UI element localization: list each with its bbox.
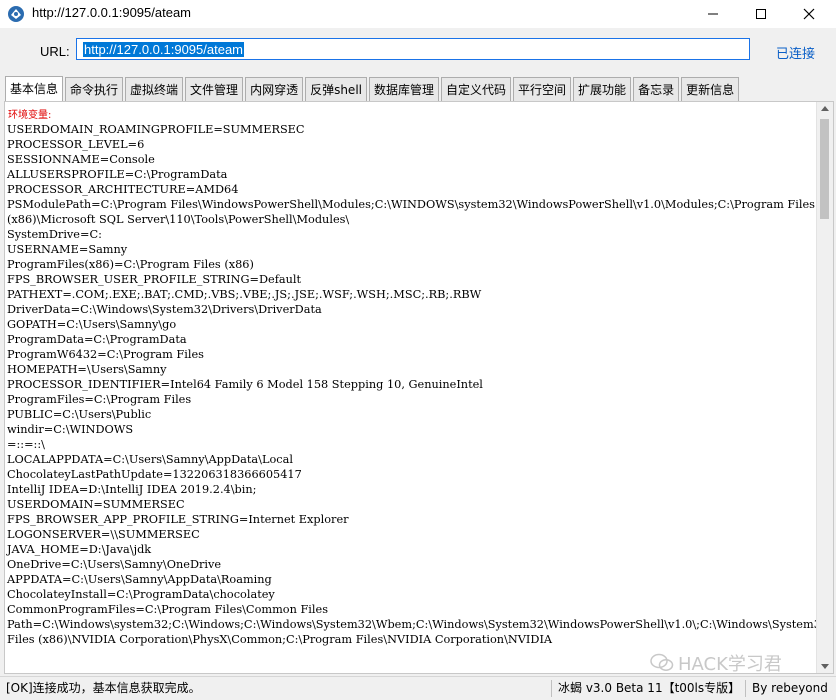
env-var-line: PSModulePath=C:\Program Files\WindowsPow… [7, 198, 815, 211]
window-title: http://127.0.0.1:9095/ateam [32, 5, 192, 20]
env-var-line: (x86)\Microsoft SQL Server\110\Tools\Pow… [7, 213, 350, 226]
wechat-icon [650, 653, 674, 671]
tab-parallel-space[interactable]: 平行空间 [513, 77, 572, 101]
tab-memo[interactable]: 备忘录 [633, 77, 680, 101]
env-var-line: ChocolateyInstall=C:\ProgramData\chocola… [7, 588, 275, 601]
env-var-line: DriverData=C:\Windows\System32\Drivers\D… [7, 303, 322, 316]
vertical-scrollbar[interactable] [816, 102, 833, 673]
env-var-line: LOGONSERVER=\\SUMMERSEC [7, 528, 200, 541]
tab-custom-code[interactable]: 自定义代码 [441, 77, 512, 101]
connection-status[interactable]: 已连接 [776, 43, 815, 62]
tab-basic-info[interactable]: 基本信息 [5, 76, 64, 101]
env-var-line: OneDrive=C:\Users\Samny\OneDrive [7, 558, 222, 571]
env-var-line: ProgramData=C:\ProgramData [7, 333, 187, 346]
scroll-thumb[interactable] [820, 119, 829, 219]
env-var-line: CommonProgramFiles=C:\Program Files\Comm… [7, 603, 329, 616]
env-var-line: Files (x86)\NVIDIA Corporation\PhysX\Com… [7, 633, 553, 646]
scroll-down-icon[interactable] [821, 664, 829, 669]
env-var-line: PROCESSOR_LEVEL=6 [7, 138, 145, 151]
status-separator [745, 680, 746, 697]
env-var-line: PATHEXT=.COM;.EXE;.BAT;.CMD;.VBS;.VBE;.J… [7, 288, 482, 301]
env-var-line: HOMEPATH=\Users\Samny [7, 363, 167, 376]
maximize-icon [756, 9, 766, 19]
info-panel[interactable]: 环境变量: USERDOMAIN_ROAMINGPROFILE=SUMMERSE… [4, 101, 834, 674]
watermark: HACK学习君 [650, 650, 782, 676]
env-var-line: ALLUSERSPROFILE=C:\ProgramData [7, 168, 228, 181]
url-value: http://127.0.0.1:9095/ateam [83, 42, 245, 57]
env-var-line: =::=::\ [7, 438, 45, 451]
tab-update-info[interactable]: 更新信息 [681, 77, 740, 101]
status-bar: [OK]连接成功，基本信息获取完成。 冰蝎 v3.0 Beta 11【t00ls… [0, 676, 836, 700]
env-var-line: SystemDrive=C: [7, 228, 102, 241]
tab-command-exec[interactable]: 命令执行 [65, 77, 124, 101]
env-var-line: FPS_BROWSER_APP_PROFILE_STRING=Internet … [7, 513, 349, 526]
minimize-icon [708, 13, 718, 15]
tab-database-manager[interactable]: 数据库管理 [369, 77, 440, 101]
status-separator [551, 680, 552, 697]
status-message: [OK]连接成功，基本信息获取完成。 [6, 681, 201, 695]
env-var-line: ProgramFiles=C:\Program Files [7, 393, 192, 406]
minimize-button[interactable] [690, 0, 736, 28]
env-var-line: USERNAME=Samny [7, 243, 128, 256]
env-vars-header: 环境变量: [8, 110, 52, 121]
maximize-button[interactable] [738, 0, 784, 28]
env-var-line: JAVA_HOME=D:\Java\jdk [7, 543, 152, 556]
env-var-line: ProgramFiles(x86)=C:\Program Files (x86) [7, 258, 254, 271]
scroll-up-icon[interactable] [821, 106, 829, 111]
env-var-line: APPDATA=C:\Users\Samny\AppData\Roaming [7, 573, 272, 586]
tab-virtual-terminal[interactable]: 虚拟终端 [125, 77, 184, 101]
tab-reverse-shell[interactable]: 反弹shell [305, 77, 367, 101]
env-vars-list: USERDOMAIN_ROAMINGPROFILE=SUMMERSEC PROCE… [7, 122, 834, 647]
close-button[interactable] [786, 0, 832, 28]
env-var-line: ProgramW6432=C:\Program Files [7, 348, 204, 361]
tab-file-manager[interactable]: 文件管理 [185, 77, 244, 101]
env-var-line: IntelliJ IDEA=D:\IntelliJ IDEA 2019.2.4\… [7, 483, 257, 496]
watermark-text: HACK学习君 [678, 654, 782, 675]
env-var-line: SESSIONNAME=Console [7, 153, 155, 166]
url-bar: URL: http://127.0.0.1:9095/ateam 已连接 [0, 28, 836, 72]
env-var-line: USERDOMAIN=SUMMERSEC [7, 498, 185, 511]
url-input[interactable]: http://127.0.0.1:9095/ateam [76, 38, 750, 60]
env-var-line: PROCESSOR_IDENTIFIER=Intel64 Family 6 Mo… [7, 378, 483, 391]
title-bar: http://127.0.0.1:9095/ateam [0, 0, 836, 28]
url-label: URL: [40, 44, 70, 59]
app-icon [8, 6, 24, 22]
tab-bar: 基本信息 命令执行 虚拟终端 文件管理 内网穿透 反弹shell 数据库管理 自… [5, 76, 741, 101]
env-var-line: USERDOMAIN_ROAMINGPROFILE=SUMMERSEC [7, 123, 305, 136]
env-var-line: ChocolateyLastPathUpdate=132206318366605… [7, 468, 302, 481]
env-var-line: Path=C:\Windows\system32;C:\Windows;C:\W… [7, 618, 834, 631]
tab-intranet-tunnel[interactable]: 内网穿透 [245, 77, 304, 101]
env-var-line: PROCESSOR_ARCHITECTURE=AMD64 [7, 183, 239, 196]
env-var-line: GOPATH=C:\Users\Samny\go [7, 318, 177, 331]
version-info: 冰蝎 v3.0 Beta 11【t00ls专版】 [558, 681, 741, 695]
env-var-line: FPS_BROWSER_USER_PROFILE_STRING=Default [7, 273, 302, 286]
close-icon [803, 8, 815, 20]
author-info: By rebeyond [752, 681, 828, 695]
env-var-line: windir=C:\WINDOWS [7, 423, 134, 436]
env-var-line: LOCALAPPDATA=C:\Users\Samny\AppData\Loca… [7, 453, 293, 466]
tab-extensions[interactable]: 扩展功能 [573, 77, 632, 101]
env-var-line: PUBLIC=C:\Users\Public [7, 408, 152, 421]
